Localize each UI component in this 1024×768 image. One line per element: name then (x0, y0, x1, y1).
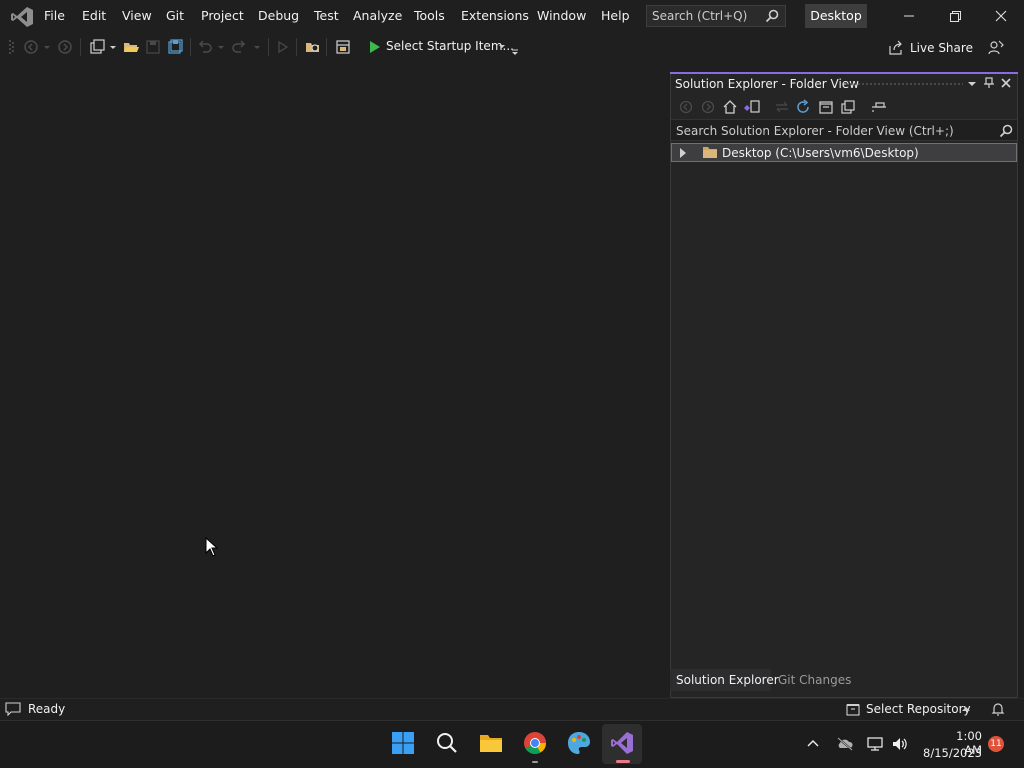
menu-project[interactable]: Project (201, 8, 244, 23)
chrome-running-indicator (532, 761, 538, 763)
visual-studio-taskbar-icon[interactable] (609, 730, 635, 756)
redo-icon[interactable] (230, 38, 248, 56)
find-in-files-icon[interactable] (304, 38, 322, 56)
solution-explorer-title: Solution Explorer - Folder View (675, 77, 859, 91)
solution-explorer-panel (670, 72, 1018, 698)
undo-icon[interactable] (196, 38, 214, 56)
global-search-placeholder: Search (Ctrl+Q) (652, 9, 748, 23)
menu-help[interactable]: Help (601, 8, 630, 23)
global-search-box[interactable]: Search (Ctrl+Q) (646, 5, 786, 27)
show-all-files-icon[interactable] (840, 99, 856, 115)
toolbar-separator (190, 38, 191, 56)
properties-icon[interactable] (870, 99, 888, 115)
chevron-down-icon[interactable] (108, 38, 118, 56)
solution-explorer-active-accent (670, 72, 1018, 74)
live-share-icon[interactable] (888, 40, 904, 56)
volume-icon[interactable] (891, 736, 909, 752)
se-back-icon[interactable] (678, 99, 694, 115)
solution-name-button[interactable]: Desktop (805, 4, 867, 28)
startup-item-dropdown[interactable]: Select Startup Item... (386, 39, 514, 53)
expand-arrow-icon[interactable] (680, 148, 686, 158)
toolbar-grip-icon[interactable] (8, 38, 16, 56)
menu-window[interactable]: Window (537, 8, 586, 23)
notification-count-badge[interactable]: 11 (988, 736, 1004, 752)
status-text: Ready (28, 702, 66, 716)
tree-item-desktop[interactable]: Desktop (C:\Users\vm6\Desktop) (671, 143, 1017, 162)
mouse-cursor-icon (205, 537, 219, 557)
menu-test[interactable]: Test (314, 8, 339, 23)
chevron-down-icon[interactable] (42, 38, 52, 56)
notifications-bell-icon[interactable] (990, 701, 1006, 717)
switch-views-icon[interactable] (743, 99, 761, 115)
pin-icon[interactable] (983, 77, 995, 89)
save-all-icon[interactable] (166, 38, 184, 56)
refresh-icon[interactable] (795, 99, 811, 115)
file-explorer-icon[interactable] (478, 730, 504, 756)
select-repository-button[interactable]: Select Repository (866, 702, 971, 716)
tab-solution-explorer[interactable]: Solution Explorer (676, 673, 779, 687)
toolbar-separator (268, 38, 269, 56)
collapse-all-icon[interactable] (818, 99, 834, 115)
toolbar-overflow-icon[interactable] (510, 38, 520, 56)
toolbar-separator (80, 38, 81, 56)
editor-area[interactable] (0, 62, 668, 698)
folder-icon (703, 147, 717, 158)
chevron-up-icon[interactable] (961, 704, 971, 714)
new-project-icon[interactable] (88, 38, 106, 56)
live-share-button[interactable]: Live Share (910, 41, 973, 55)
output-status-icon[interactable] (5, 702, 21, 716)
menu-analyze[interactable]: Analyze (353, 8, 402, 23)
panel-close-icon[interactable] (1000, 77, 1012, 89)
tree-item-label: Desktop (C:\Users\vm6\Desktop) (722, 146, 919, 160)
taskbar-search-icon[interactable] (434, 730, 460, 756)
solution-explorer-search-placeholder: Search Solution Explorer - Folder View (… (676, 124, 954, 138)
menu-tools[interactable]: Tools (414, 8, 445, 23)
chevron-down-icon[interactable] (252, 38, 262, 56)
save-icon[interactable] (144, 38, 162, 56)
start-without-debugging-icon[interactable] (274, 38, 292, 56)
restore-icon[interactable] (932, 0, 978, 32)
chevron-down-icon[interactable] (497, 38, 507, 56)
home-icon[interactable] (722, 99, 738, 115)
visual-studio-logo-icon[interactable] (10, 6, 34, 28)
visual-studio-running-indicator (616, 760, 630, 763)
toolbar-separator (296, 38, 297, 56)
navigate-back-icon[interactable] (22, 38, 40, 56)
menu-view[interactable]: View (122, 8, 152, 23)
menu-debug[interactable]: Debug (258, 8, 299, 23)
open-folder-icon[interactable] (122, 38, 140, 56)
tab-git-changes[interactable]: Git Changes (778, 673, 851, 687)
search-icon (765, 9, 779, 23)
solution-explorer-icon[interactable] (334, 38, 352, 56)
se-forward-icon[interactable] (700, 99, 716, 115)
solution-explorer-search[interactable]: Search Solution Explorer - Folder View (… (671, 119, 1017, 141)
taskbar-clock-date[interactable]: 8/15/2023 (920, 746, 982, 760)
menu-extensions[interactable]: Extensions (461, 8, 529, 23)
paint-app-icon[interactable] (566, 730, 592, 756)
menu-edit[interactable]: Edit (82, 8, 106, 23)
windows-start-icon[interactable] (390, 730, 416, 756)
start-debugging-icon[interactable] (366, 38, 384, 56)
sync-with-active-document-icon[interactable] (774, 99, 790, 115)
show-hidden-icons-chevron-icon[interactable] (806, 737, 820, 751)
panel-drag-grip[interactable] (845, 82, 963, 86)
chrome-icon[interactable] (522, 730, 548, 756)
search-icon (999, 124, 1013, 138)
menu-file[interactable]: File (44, 8, 65, 23)
network-icon[interactable] (866, 736, 884, 752)
toolbar-separator (326, 38, 327, 56)
repository-icon[interactable] (846, 702, 860, 716)
close-icon[interactable] (978, 0, 1024, 32)
onedrive-offline-icon[interactable] (836, 736, 854, 752)
window-position-dropdown-icon[interactable] (966, 78, 978, 90)
feedback-person-icon[interactable] (987, 39, 1005, 57)
minimize-icon[interactable] (886, 0, 932, 32)
menu-git[interactable]: Git (166, 8, 184, 23)
chevron-down-icon[interactable] (216, 38, 226, 56)
navigate-forward-icon[interactable] (56, 38, 74, 56)
